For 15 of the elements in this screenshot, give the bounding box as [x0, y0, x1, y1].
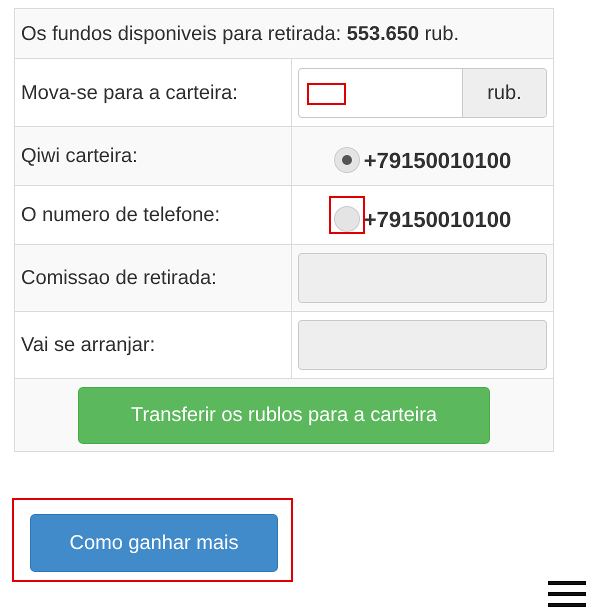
field-label: Qiwi carteira: [21, 144, 138, 169]
field-label: Comissao de retirada: [21, 266, 217, 291]
field-label: O numero de telefone: [21, 203, 220, 228]
radio-button[interactable] [334, 147, 360, 173]
radio-button[interactable] [334, 206, 360, 232]
balance-text: Os fundos disponiveis para retirada: 553.650 rub. [21, 22, 460, 46]
currency-addon: rub. [462, 68, 546, 116]
field-label: Vai se arranjar: [21, 333, 156, 358]
phone-number: +79150010100 [364, 146, 512, 174]
more-button[interactable]: Como ganhar mais [30, 514, 278, 572]
menu-icon[interactable] [548, 581, 586, 607]
amount-field[interactable]: rub. [298, 68, 547, 118]
phone-number: +79150010100 [364, 206, 512, 234]
field-label: Mova-se para a carteira: [21, 80, 238, 106]
transfer-button[interactable]: Transferir os rublos para a carteira [78, 386, 490, 444]
